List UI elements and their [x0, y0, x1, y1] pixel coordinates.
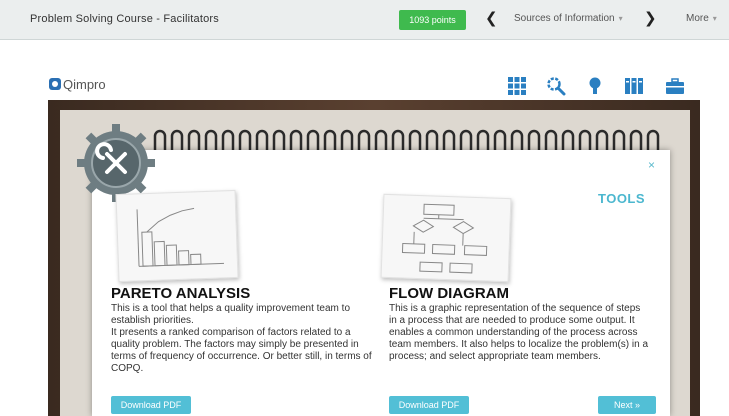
tool-description-text: It presents a ranked comparison of facto… [111, 327, 372, 374]
magnify-gear-icon[interactable] [546, 76, 566, 96]
tool-description-flow: This is a graphic representation of the … [389, 303, 649, 363]
pareto-chart-illustration [115, 189, 239, 283]
tool-description-pareto: This is a tool that helps a quality impr… [111, 303, 376, 375]
section-dropdown[interactable]: Sources of Information ▾ [514, 13, 623, 24]
more-menu-label: More [686, 13, 709, 24]
course-title: Problem Solving Course - Facilitators [30, 13, 219, 25]
wrench-gear-icon [77, 124, 155, 202]
more-menu[interactable]: More ▾ [686, 13, 717, 24]
flow-diagram-illustration [380, 193, 512, 283]
points-badge: 1093 points [399, 10, 466, 30]
tool-title-pareto: PARETO ANALYSIS [111, 285, 251, 302]
brand-logo[interactable]: Qimpro [49, 77, 106, 92]
flow-diagram-icon [401, 203, 488, 274]
tool-title-flow: FLOW DIAGRAM [389, 285, 509, 302]
caret-down-icon: ▾ [712, 14, 717, 23]
download-pdf-button[interactable]: Download PDF [111, 396, 191, 414]
chevron-right-icon[interactable]: ❯ [644, 9, 657, 27]
caret-down-icon: ▾ [618, 14, 623, 23]
tool-description-text: This is a tool that helps a quality impr… [111, 303, 351, 326]
section-dropdown-label: Sources of Information [514, 13, 615, 24]
briefcase-icon[interactable] [665, 76, 685, 96]
books-icon[interactable] [624, 76, 644, 96]
bulb-icon[interactable] [585, 76, 605, 96]
tools-panel [92, 150, 670, 416]
tool-description-text: This is a graphic representation of the … [389, 303, 648, 362]
download-pdf-button[interactable]: Download PDF [389, 396, 469, 414]
logo-mark-icon [49, 78, 61, 90]
close-icon[interactable]: × [648, 158, 655, 172]
chevron-left-icon[interactable]: ❮ [485, 9, 498, 27]
grid-icon[interactable] [507, 76, 527, 96]
logo-text: Qimpro [63, 77, 106, 92]
next-button[interactable]: Next » [598, 396, 656, 414]
section-label: TOOLS [598, 191, 646, 206]
top-bar: Problem Solving Course - Facilitators 10… [0, 0, 729, 40]
pareto-chart-icon [136, 207, 225, 267]
